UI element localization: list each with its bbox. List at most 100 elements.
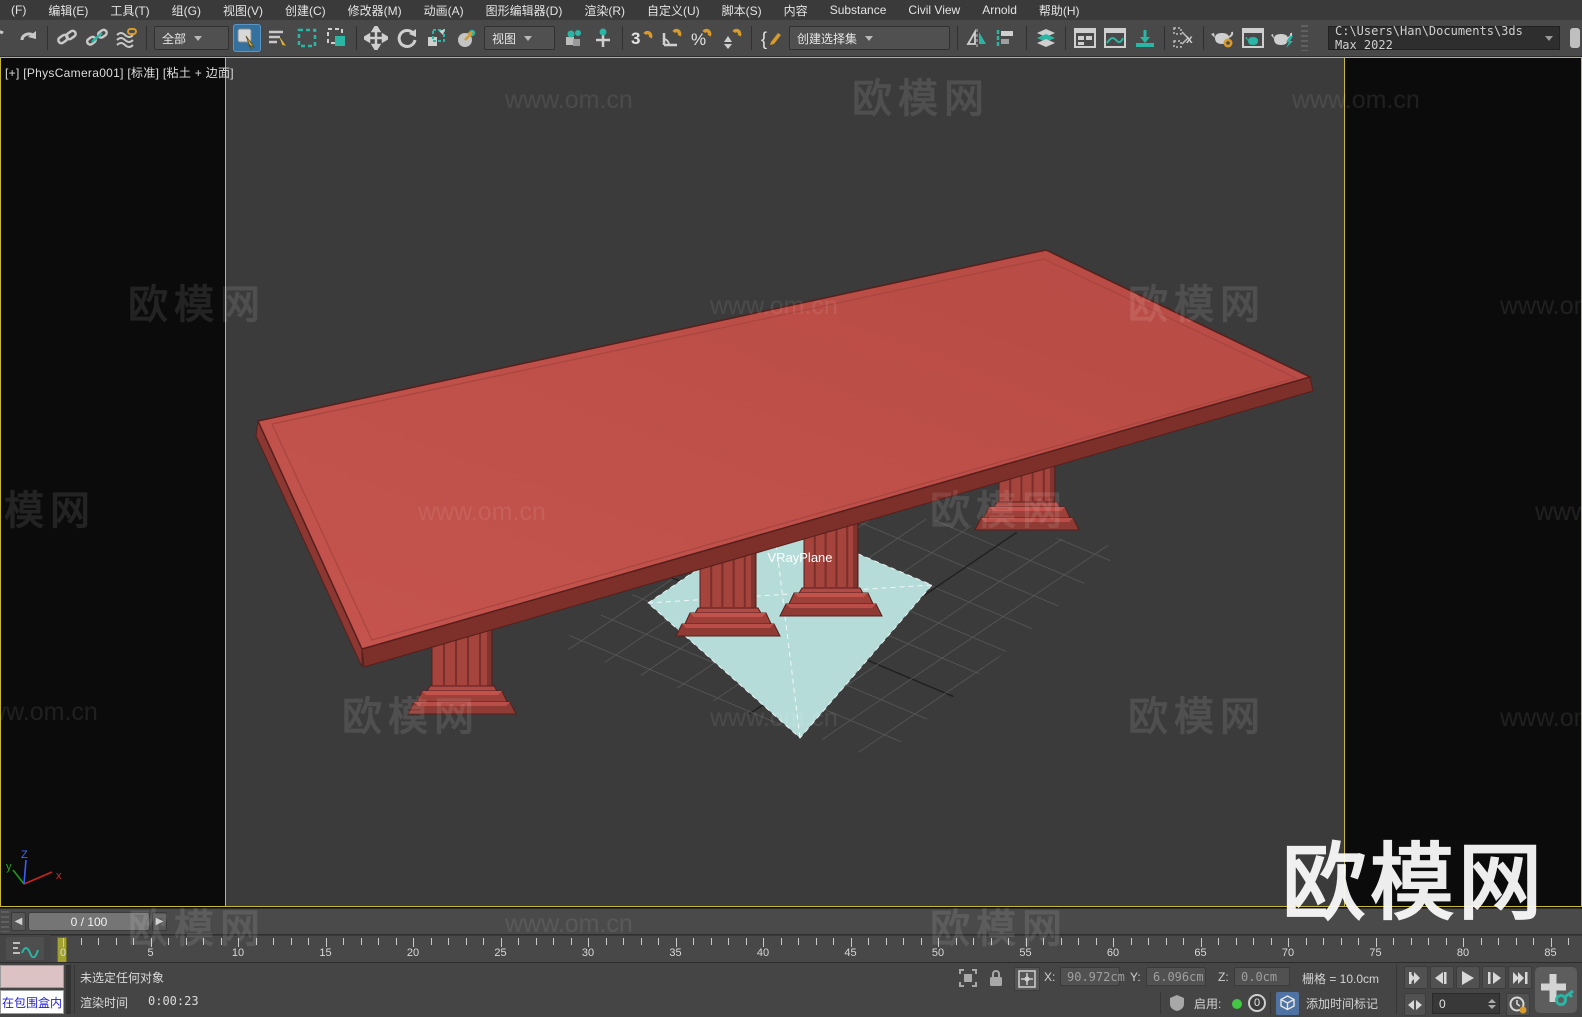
angle-snap-toggle[interactable] xyxy=(658,24,686,52)
named-selection-sets-dropdown[interactable]: 创建选择集 xyxy=(789,26,950,50)
edit-named-selection-sets-button[interactable]: { xyxy=(757,24,785,52)
ruler-tick xyxy=(115,938,117,945)
spinner-snap-toggle[interactable] xyxy=(718,24,746,52)
key-mode-toggle[interactable] xyxy=(1404,993,1426,1016)
next-frame-arrow[interactable]: ▶ xyxy=(152,912,167,931)
go-to-start-button[interactable] xyxy=(1404,966,1428,989)
timeslider-grip[interactable] xyxy=(1,911,9,932)
percent-snap-toggle[interactable]: % xyxy=(688,24,716,52)
menu-item-11[interactable]: 脚本(S) xyxy=(711,2,773,19)
ruler-tick xyxy=(868,938,869,945)
schematic-view-button[interactable]: x xyxy=(1170,24,1198,52)
menu-item-16[interactable]: 帮助(H) xyxy=(1028,2,1091,19)
layer-explorer-button[interactable] xyxy=(1071,24,1099,52)
ruler-tick xyxy=(675,938,677,947)
clipped-toolbar-icon[interactable] xyxy=(1570,28,1580,48)
toggle-scene-explorer-button[interactable] xyxy=(1032,24,1060,52)
select-and-link-button[interactable] xyxy=(53,24,81,52)
select-and-rotate-button[interactable] xyxy=(392,24,420,52)
absolute-mode-transform-toggle[interactable] xyxy=(1014,967,1040,991)
ruler-tick xyxy=(1533,938,1534,945)
select-by-name-button[interactable] xyxy=(263,24,291,52)
menu-item-14[interactable]: Civil View xyxy=(897,3,971,17)
rendered-frame-window-button[interactable] xyxy=(1239,24,1267,52)
ruler-tick xyxy=(1025,938,1027,947)
go-to-end-button[interactable] xyxy=(1508,966,1532,989)
maxscript-mini-listener[interactable]: 在包围盒内 xyxy=(0,990,64,1014)
create-key-button[interactable] xyxy=(1534,966,1578,1014)
redo-button[interactable] xyxy=(14,24,42,52)
time-tag-cube-icon[interactable] xyxy=(1276,992,1299,1015)
menu-item-7[interactable]: 动画(A) xyxy=(413,2,475,19)
ruler-tick xyxy=(1375,938,1377,947)
bind-to-space-warp-button[interactable] xyxy=(113,24,141,52)
mini-curve-editor-button[interactable] xyxy=(6,937,44,960)
ruler-tick xyxy=(938,938,939,947)
mirror-button[interactable] xyxy=(963,24,991,52)
menu-item-5[interactable]: 创建(C) xyxy=(274,2,337,19)
time-slider[interactable]: 0 / 100 xyxy=(28,912,150,931)
select-and-move-button[interactable] xyxy=(362,24,390,52)
current-frame-field[interactable]: 0 xyxy=(1432,993,1500,1014)
render-setup-button[interactable] xyxy=(1209,24,1237,52)
isolate-selection-toggle[interactable] xyxy=(956,967,980,989)
align-button[interactable] xyxy=(993,24,1021,52)
menu-item-4[interactable]: 视图(V) xyxy=(212,2,274,19)
use-pivot-point-center-button[interactable] xyxy=(559,24,587,52)
shield-icon[interactable] xyxy=(1166,992,1188,1014)
selection-lock-toggle[interactable] xyxy=(984,967,1008,989)
menu-item-10[interactable]: 自定义(U) xyxy=(636,2,711,19)
ruler-tick xyxy=(395,938,397,945)
z-coordinate-field[interactable]: 0.0cm xyxy=(1234,967,1290,986)
y-coordinate-field[interactable]: 6.096cm xyxy=(1146,967,1206,986)
ruler-tick-label: 50 xyxy=(931,947,945,959)
track-bar: 0 5 10 15 20 25 30 35 40 45 50 55 60 65 70 75 80 85 xyxy=(0,934,1582,964)
menu-item-1[interactable]: 编辑(E) xyxy=(37,2,99,19)
x-coordinate-field[interactable]: 90.972cm xyxy=(1060,967,1125,986)
play-button[interactable] xyxy=(1456,966,1480,989)
previous-frame-button[interactable] xyxy=(1430,966,1454,989)
select-and-scale-button[interactable] xyxy=(422,24,450,52)
project-path-dropdown[interactable]: C:\Users\Han\Documents\3ds Max 2022 xyxy=(1328,24,1560,52)
menu-item-0[interactable]: (F) xyxy=(0,3,37,17)
ruler-tick xyxy=(955,938,957,945)
menu-item-15[interactable]: Arnold xyxy=(971,3,1028,17)
time-ruler[interactable]: 0 5 10 15 20 25 30 35 40 45 50 55 60 65 70 75 80 85 xyxy=(50,935,1582,964)
previous-frame-arrow[interactable]: ◀ xyxy=(11,912,26,931)
menu-item-6[interactable]: 修改器(M) xyxy=(337,2,413,19)
unlink-selection-button[interactable] xyxy=(83,24,111,52)
undo-icon[interactable] xyxy=(0,24,12,52)
rectangular-selection-region-button[interactable] xyxy=(293,24,321,52)
menu-item-13[interactable]: Substance xyxy=(819,3,898,17)
ruler-tick xyxy=(518,938,519,945)
selection-filter-dropdown[interactable]: 全部 xyxy=(154,26,229,50)
import-tray-button[interactable] xyxy=(1131,24,1159,52)
macro-recorder-pane[interactable] xyxy=(0,965,64,988)
menu-item-3[interactable]: 组(G) xyxy=(161,2,212,19)
add-time-tag[interactable]: 添加时间标记 xyxy=(1306,995,1378,1012)
ruler-tick-label: 75 xyxy=(1369,947,1382,959)
select-and-manipulate-button[interactable] xyxy=(589,24,617,52)
viewport-label[interactable]: [+] [PhysCamera001] [标准] [粘土 + 边面] xyxy=(5,64,234,81)
ruler-tick xyxy=(360,938,362,945)
curve-editor-window-button[interactable] xyxy=(1101,24,1129,52)
window-crossing-toggle[interactable] xyxy=(323,24,351,52)
ruler-tick xyxy=(150,938,152,947)
select-and-place-button[interactable] xyxy=(452,24,480,52)
listener-scrollbar[interactable] xyxy=(66,965,71,1014)
menu-item-2[interactable]: 工具(T) xyxy=(99,2,160,19)
select-object-button[interactable] xyxy=(233,24,261,52)
snaps-toggle-button[interactable]: 3 xyxy=(628,24,656,52)
menu-item-9[interactable]: 渲染(R) xyxy=(573,2,636,19)
reference-coordinate-system-dropdown[interactable]: 视图 xyxy=(484,26,555,50)
zero-badge[interactable]: 0 xyxy=(1248,994,1266,1012)
time-configuration-button[interactable] xyxy=(1506,993,1530,1016)
ruler-tick xyxy=(850,938,852,947)
ruler-tick xyxy=(1200,938,1202,947)
menu-item-12[interactable]: 内容 xyxy=(773,2,819,19)
render-production-button[interactable] xyxy=(1269,24,1297,52)
next-frame-button[interactable] xyxy=(1482,966,1506,989)
menu-item-8[interactable]: 图形编辑器(D) xyxy=(475,2,574,19)
viewport[interactable]: VRayPlane x y Z [+] [PhysCamera001] [标准]… xyxy=(0,57,1582,908)
svg-text:3: 3 xyxy=(631,29,640,48)
